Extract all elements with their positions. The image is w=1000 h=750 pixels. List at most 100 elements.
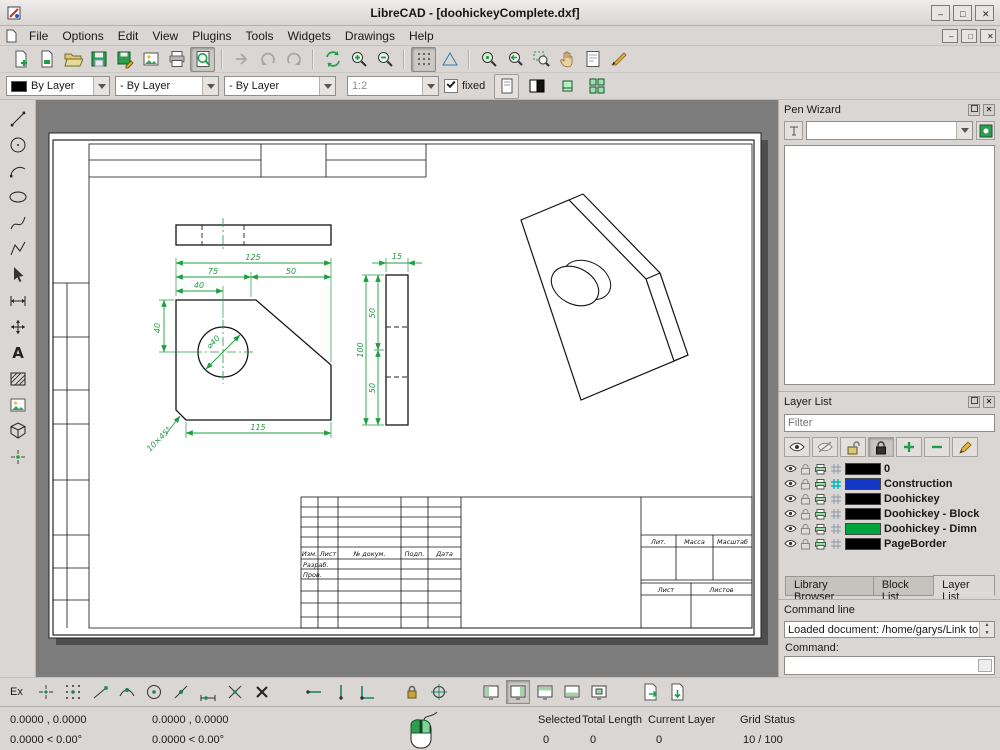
menu-help[interactable]: Help: [402, 28, 441, 44]
tab-library-browser[interactable]: Library Browser: [785, 576, 874, 596]
restrict-nothing-button[interactable]: [250, 680, 274, 704]
import-image-button[interactable]: [666, 680, 690, 704]
tool-ellipse-button[interactable]: [4, 184, 32, 209]
layer-construction-icon[interactable]: [830, 523, 842, 535]
pen-width-combo[interactable]: - By Layer: [115, 76, 219, 96]
tool-dimension-button[interactable]: [4, 288, 32, 313]
tool-point-button[interactable]: [4, 444, 32, 469]
lock-all-layers-button[interactable]: [868, 437, 894, 457]
menu-plugins[interactable]: Plugins: [185, 28, 238, 44]
hide-all-layers-button[interactable]: [812, 437, 838, 457]
isometric-grid-button[interactable]: [437, 47, 462, 72]
dock-area-bottom-button[interactable]: [560, 680, 584, 704]
mdi-minimize-button[interactable]: –: [942, 29, 958, 43]
tile-pages-button[interactable]: [584, 74, 609, 99]
layer-lock-icon[interactable]: [800, 478, 811, 490]
command-options-icon[interactable]: [978, 659, 992, 672]
layer-print-icon[interactable]: [814, 538, 827, 550]
layer-print-icon[interactable]: [814, 478, 827, 490]
layer-visible-icon[interactable]: [784, 523, 797, 534]
snap-grid-button[interactable]: [61, 680, 85, 704]
layer-visible-icon[interactable]: [784, 538, 797, 549]
layer-print-icon[interactable]: [814, 523, 827, 535]
new-drawing-button[interactable]: [8, 47, 33, 72]
import-block-button[interactable]: [639, 680, 663, 704]
fixed-scale-checkbox[interactable]: fixed: [444, 79, 485, 93]
layer-construction-icon[interactable]: [830, 463, 842, 475]
snap-intersection-button[interactable]: [223, 680, 247, 704]
pen-wizard-list[interactable]: [784, 145, 995, 385]
print-scale-combo[interactable]: 1:2: [347, 76, 439, 96]
pen-wizard-close-button[interactable]: ✕: [983, 104, 995, 116]
open-button[interactable]: [60, 47, 85, 72]
layer-list-float-button[interactable]: [968, 396, 980, 408]
tool-spline-button[interactable]: [4, 210, 32, 235]
kill-actions-button[interactable]: [229, 47, 254, 72]
spin-up-button[interactable]: ▲: [980, 622, 994, 630]
pen-linetype-combo[interactable]: - By Layer: [224, 76, 336, 96]
layer-row[interactable]: Doohickey: [779, 491, 1000, 506]
tool-polyline-button[interactable]: [4, 236, 32, 261]
layer-filter-input[interactable]: [784, 414, 995, 432]
drawing-canvas[interactable]: Изм. Лист № докум. Подп. Дата Разраб. Пр…: [36, 100, 778, 677]
layer-lock-icon[interactable]: [800, 538, 811, 550]
layer-list-close-button[interactable]: ✕: [983, 396, 995, 408]
grid-toggle-button[interactable]: [411, 47, 436, 72]
print-preview-button[interactable]: [190, 47, 215, 72]
add-layer-button[interactable]: [896, 437, 922, 457]
blackwhite-toggle-button[interactable]: [524, 74, 549, 99]
close-button[interactable]: ✕: [975, 5, 994, 21]
zoom-in-button[interactable]: [346, 47, 371, 72]
layer-row[interactable]: Construction: [779, 476, 1000, 491]
restrict-horizontal-button[interactable]: [302, 680, 326, 704]
layer-row[interactable]: Doohickey - Dimn: [779, 521, 1000, 536]
dock-area-top-button[interactable]: [533, 680, 557, 704]
tab-layer-list[interactable]: Layer List: [933, 575, 995, 596]
layer-construction-icon[interactable]: [830, 478, 842, 490]
redraw-button[interactable]: [320, 47, 345, 72]
maximize-button[interactable]: □: [953, 5, 972, 21]
menu-view[interactable]: View: [145, 28, 185, 44]
menu-options[interactable]: Options: [55, 28, 110, 44]
command-input[interactable]: [785, 660, 978, 672]
redo-button[interactable]: [281, 47, 306, 72]
remove-layer-button[interactable]: [924, 437, 950, 457]
tool-select-button[interactable]: [4, 262, 32, 287]
snap-free-button[interactable]: [34, 680, 58, 704]
layer-visible-icon[interactable]: [784, 508, 797, 519]
zoom-page-button[interactable]: [580, 47, 605, 72]
snap-center-button[interactable]: [142, 680, 166, 704]
layer-construction-icon[interactable]: [830, 538, 842, 550]
tool-block-button[interactable]: [4, 418, 32, 443]
snap-middle-button[interactable]: [169, 680, 193, 704]
layer-lock-icon[interactable]: [800, 463, 811, 475]
mdi-restore-button[interactable]: □: [961, 29, 977, 43]
snap-endpoint-button[interactable]: [88, 680, 112, 704]
restrict-vertical-button[interactable]: [329, 680, 353, 704]
paper-settings-button[interactable]: [554, 74, 579, 99]
tool-circle-button[interactable]: [4, 132, 32, 157]
draft-mode-button[interactable]: [606, 47, 631, 72]
dock-area-right-button[interactable]: [506, 680, 530, 704]
layer-lock-icon[interactable]: [800, 508, 811, 520]
menu-tools[interactable]: Tools: [239, 28, 281, 44]
save-button[interactable]: [86, 47, 111, 72]
tool-arc-button[interactable]: [4, 158, 32, 183]
layer-construction-icon[interactable]: [830, 493, 842, 505]
layer-visible-icon[interactable]: [784, 463, 797, 474]
layer-construction-icon[interactable]: [830, 508, 842, 520]
snap-distance-button[interactable]: [196, 680, 220, 704]
window-zoom-button[interactable]: [528, 47, 553, 72]
save-as-button[interactable]: [112, 47, 137, 72]
command-history[interactable]: Loaded document: /home/garys/Link to ▲ ▼: [784, 621, 995, 638]
unlock-all-layers-button[interactable]: [840, 437, 866, 457]
pen-wizard-color-button[interactable]: [976, 121, 995, 140]
zoom-out-button[interactable]: [372, 47, 397, 72]
layer-row[interactable]: Doohickey - Block: [779, 506, 1000, 521]
menu-file[interactable]: File: [22, 28, 55, 44]
layer-visible-icon[interactable]: [784, 493, 797, 504]
layer-print-icon[interactable]: [814, 493, 827, 505]
dock-area-left-button[interactable]: [479, 680, 503, 704]
layer-lock-icon[interactable]: [800, 493, 811, 505]
pen-wizard-float-button[interactable]: [968, 104, 980, 116]
